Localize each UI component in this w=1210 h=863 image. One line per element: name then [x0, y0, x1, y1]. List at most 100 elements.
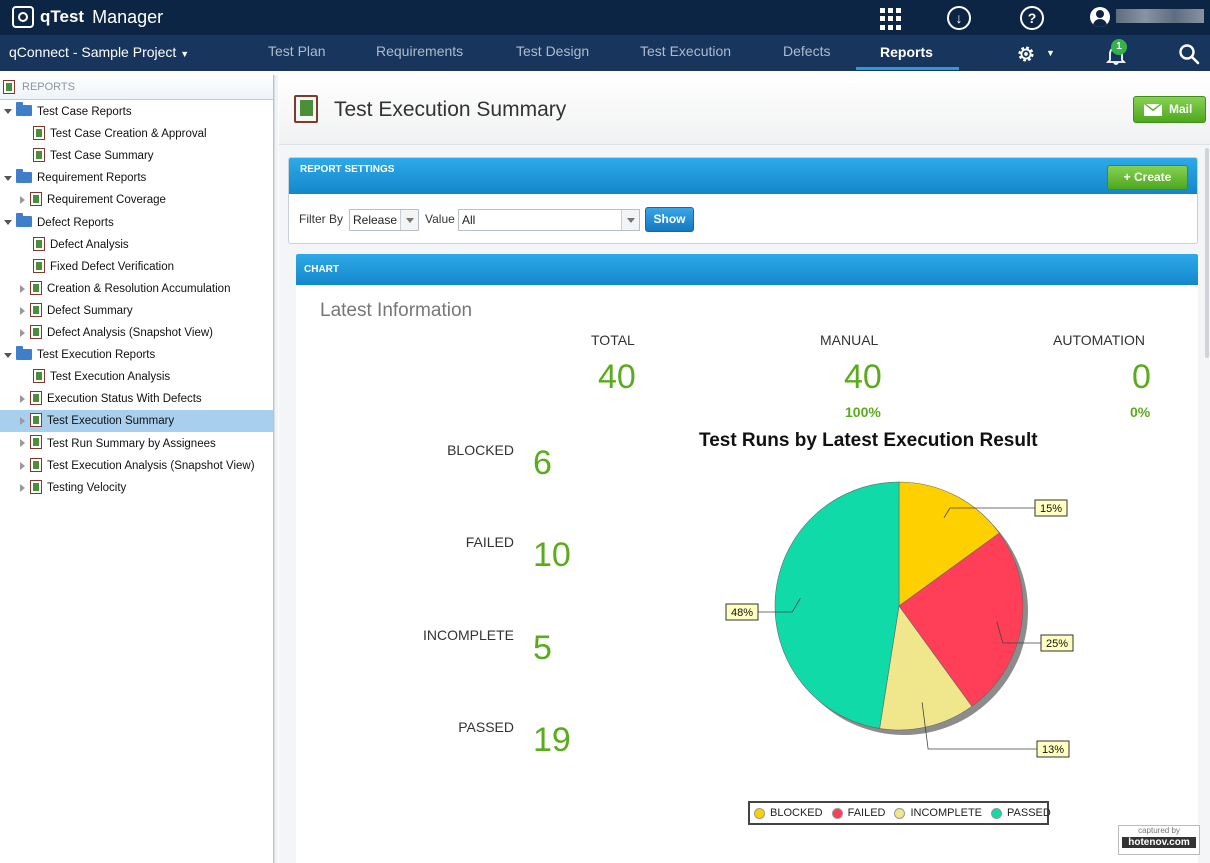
legend-item-incomplete[interactable]: INCOMPLETE [894, 807, 982, 819]
sidebar-folder[interactable]: Test Case Reports [0, 101, 273, 123]
sidebar-report-item[interactable]: Defect Analysis (Snapshot View) [0, 322, 273, 344]
value-select[interactable]: All [458, 209, 640, 231]
sidebar-report-item[interactable]: Test Execution Analysis (Snapshot View) [0, 455, 273, 477]
sidebar-folder[interactable]: Requirement Reports [0, 167, 273, 189]
pie-data-label: 13% [1036, 740, 1070, 758]
top-header: qTest Manager ↓ ? [0, 0, 1210, 35]
legend-label: INCOMPLETE [910, 807, 982, 819]
sidebar-report-item[interactable]: Test Execution Summary [0, 410, 273, 433]
product-name: Manager [92, 6, 164, 27]
report-icon [30, 280, 42, 295]
legend-swatch [831, 807, 843, 819]
sidebar-item-label: Test Case Summary [50, 150, 154, 163]
report-icon [30, 324, 42, 339]
expand-caret-icon[interactable] [4, 219, 12, 225]
sidebar-item-label: Defect Reports [37, 216, 114, 229]
user-avatar-icon[interactable] [1090, 7, 1110, 27]
expand-caret-icon[interactable] [20, 395, 25, 404]
sidebar-splitter[interactable] [274, 75, 278, 863]
expand-caret-icon[interactable] [20, 439, 25, 448]
sidebar-item-label: Defect Analysis [50, 238, 129, 251]
sidebar-report-item[interactable]: Requirement Coverage [0, 189, 273, 211]
legend-swatch [991, 807, 1002, 819]
value-label: Value [425, 212, 455, 226]
expand-caret-icon[interactable] [20, 461, 25, 470]
expand-caret-icon[interactable] [20, 483, 25, 492]
sidebar-item-label: Fixed Defect Verification [50, 260, 175, 273]
tab-reports[interactable]: Reports [880, 44, 933, 60]
tab-requirements[interactable]: Requirements [376, 43, 463, 59]
notification-badge[interactable]: 1 [1111, 39, 1127, 55]
help-icon[interactable]: ? [1020, 6, 1044, 30]
expand-caret-icon[interactable] [20, 328, 25, 337]
chevron-down-icon[interactable]: ▼ [1046, 48, 1055, 58]
download-icon[interactable]: ↓ [947, 6, 971, 30]
pie-data-label: 25% [1040, 634, 1074, 652]
sidebar-report-item[interactable]: Test Run Summary by Assignees [0, 433, 273, 455]
legend-label: PASSED [1007, 807, 1051, 819]
page-header: Test Execution Summary Mail [279, 75, 1210, 145]
sidebar-item-label: Test Case Creation & Approval [50, 128, 207, 141]
reports-sidebar: REPORTS Test Case Reports Test Case Creat… [0, 75, 274, 863]
brand-name: qTest [40, 7, 85, 26]
expand-caret-icon[interactable] [20, 196, 25, 205]
main-scrollbar[interactable] [1205, 148, 1209, 358]
expand-caret-icon[interactable] [4, 109, 12, 115]
apps-grid-icon[interactable] [880, 6, 904, 30]
sidebar-item-label: Requirement Coverage [47, 194, 166, 207]
sidebar-report-item[interactable]: Fixed Defect Verification [0, 256, 273, 278]
app-logo[interactable]: qTest Manager [12, 6, 163, 28]
pie-label-text: 13% [1042, 744, 1064, 756]
report-book-icon [294, 95, 318, 123]
tab-test-execution[interactable]: Test Execution [640, 43, 731, 59]
expand-caret-icon[interactable] [20, 306, 25, 315]
chevron-down-icon[interactable] [621, 210, 639, 230]
report-icon [30, 413, 42, 428]
sidebar-folder[interactable]: Test Execution Reports [0, 344, 273, 366]
sidebar-item-label: Execution Status With Defects [47, 393, 202, 406]
expand-caret-icon[interactable] [4, 352, 12, 358]
legend-item-blocked[interactable]: BLOCKED [754, 807, 823, 819]
pie-slice-passed[interactable] [774, 481, 900, 729]
active-tab-indicator [856, 67, 959, 70]
legend-label: FAILED [847, 807, 886, 819]
chevron-down-icon[interactable] [400, 210, 418, 230]
chart-legend: BLOCKED FAILED INCOMPLETE PASSED [748, 801, 1051, 825]
sidebar-item-label: Test Execution Analysis (Snapshot View) [47, 459, 255, 472]
sidebar-item-label: Testing Velocity [47, 481, 127, 494]
tab-defects[interactable]: Defects [783, 43, 830, 59]
report-icon [30, 192, 42, 207]
sidebar-report-item[interactable]: Defect Analysis [0, 234, 273, 256]
project-selector[interactable]: qConnect - Sample Project ▼ [9, 44, 189, 60]
sidebar-report-item[interactable]: Testing Velocity [0, 477, 273, 499]
pie-data-label: 48% [725, 603, 759, 621]
filter-by-select[interactable]: Release [349, 209, 419, 231]
sidebar-report-item[interactable]: Creation & Resolution Accumulation [0, 278, 273, 300]
legend-item-passed[interactable]: PASSED [991, 807, 1051, 819]
show-button[interactable]: Show [645, 207, 694, 232]
expand-caret-icon[interactable] [4, 175, 12, 181]
expand-caret-icon[interactable] [20, 417, 25, 426]
qtest-logo-icon [12, 6, 34, 28]
expand-caret-icon[interactable] [20, 284, 25, 293]
legend-item-failed[interactable]: FAILED [831, 807, 886, 819]
pie-label-text: 15% [1040, 503, 1062, 515]
sidebar-folder[interactable]: Defect Reports [0, 212, 273, 234]
mail-button[interactable]: Mail [1133, 96, 1206, 123]
sidebar-item-label: Test Run Summary by Assignees [47, 437, 216, 450]
sidebar-report-item[interactable]: Test Case Creation & Approval [0, 123, 273, 145]
gear-icon[interactable] [1015, 43, 1037, 65]
sidebar-report-item[interactable]: Defect Summary [0, 300, 273, 322]
sidebar-item-label: Test Case Reports [37, 106, 132, 118]
main-content: Test Execution Summary Mail REPORT SETTI… [279, 75, 1210, 863]
sidebar-item-label: Creation & Resolution Accumulation [47, 282, 231, 295]
user-name-blurred[interactable] [1116, 9, 1204, 23]
create-button[interactable]: + Create [1107, 165, 1188, 190]
tab-test-plan[interactable]: Test Plan [268, 43, 326, 59]
search-icon[interactable] [1178, 43, 1200, 65]
sidebar-item-label: Defect Analysis (Snapshot View) [47, 327, 213, 339]
sidebar-report-item[interactable]: Execution Status With Defects [0, 388, 273, 410]
sidebar-report-item[interactable]: Test Execution Analysis [0, 366, 273, 388]
tab-test-design[interactable]: Test Design [516, 43, 589, 59]
sidebar-report-item[interactable]: Test Case Summary [0, 145, 273, 167]
